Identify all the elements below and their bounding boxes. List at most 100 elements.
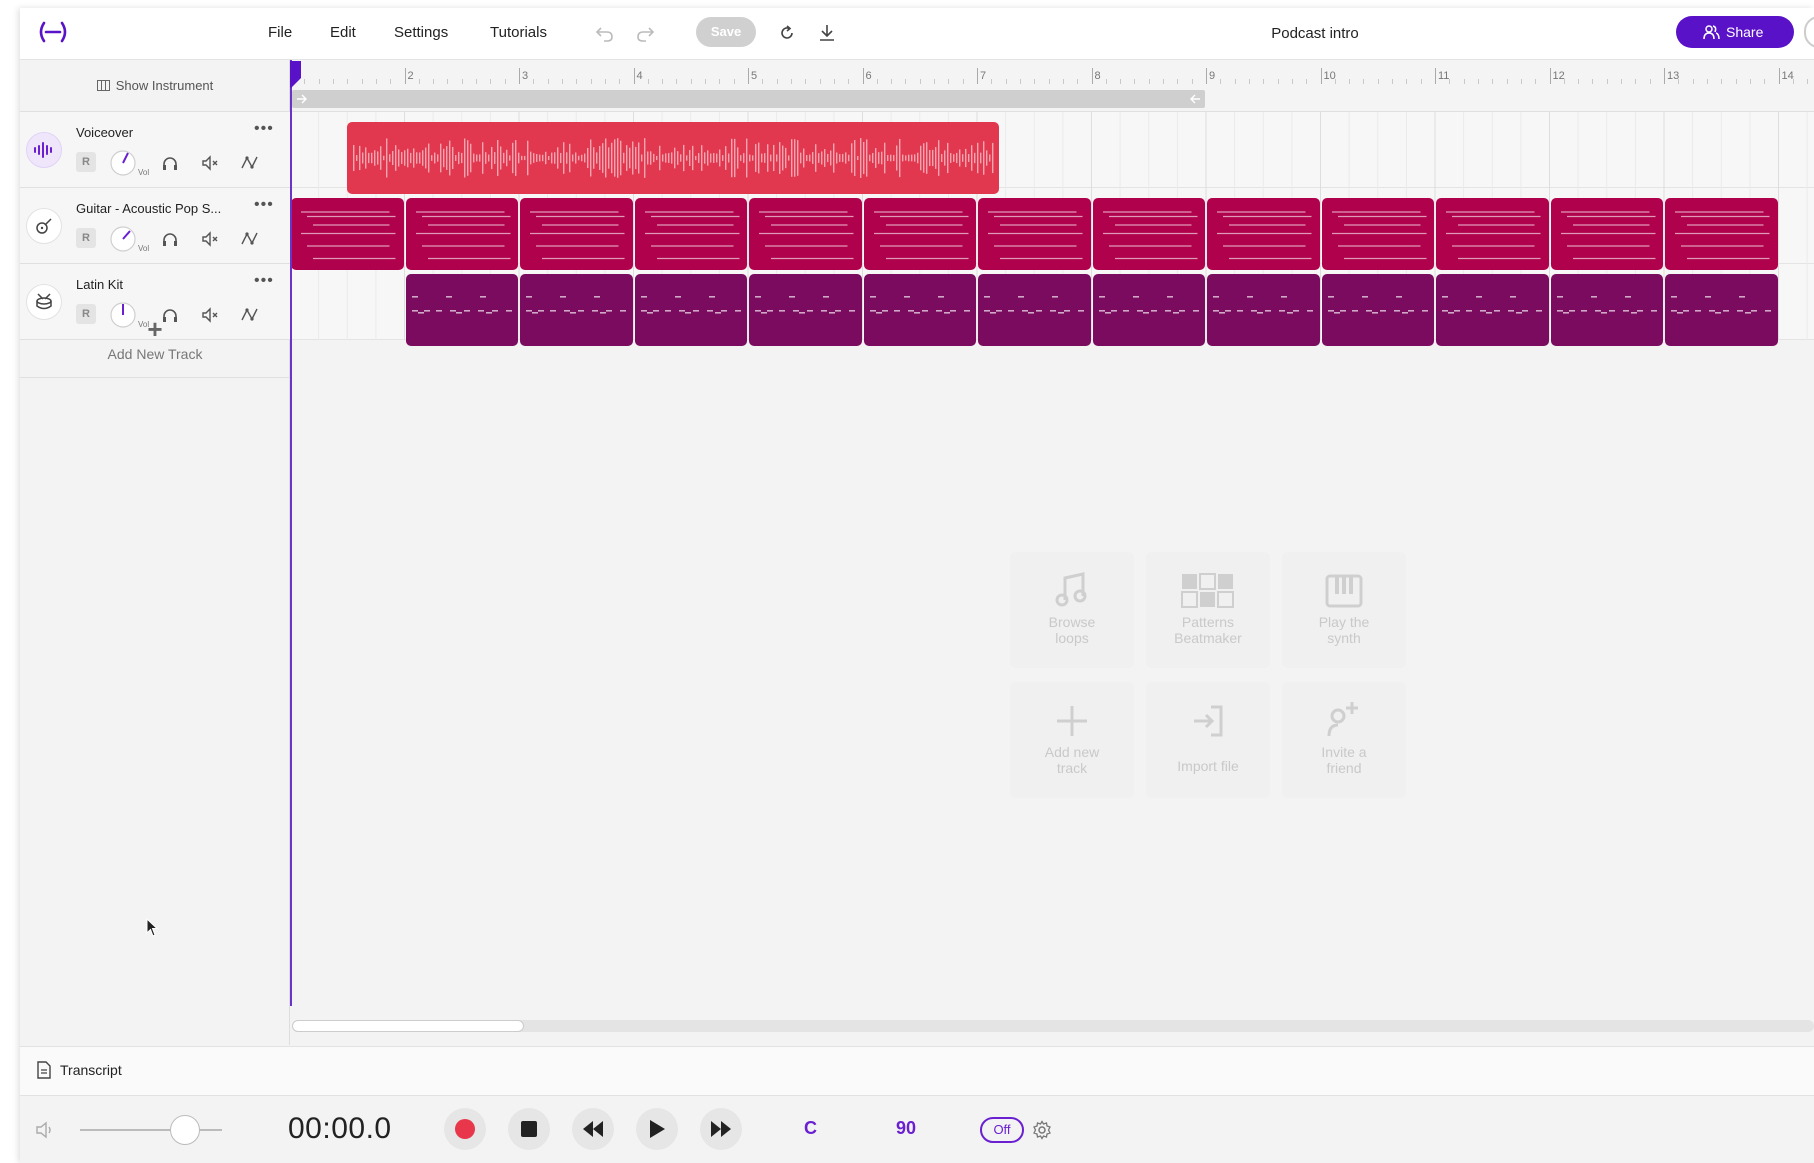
- beat-tick: [533, 79, 535, 84]
- headphones-icon[interactable]: [160, 229, 180, 249]
- voiceover-audio-clip[interactable]: [347, 122, 999, 194]
- record-button[interactable]: [444, 1108, 486, 1150]
- add-new-track-card[interactable]: Add new track: [1010, 682, 1134, 798]
- latin-kit-clip[interactable]: [1665, 274, 1778, 346]
- menu-edit[interactable]: Edit: [330, 24, 356, 41]
- volume-knob[interactable]: [110, 150, 136, 176]
- gear-icon[interactable]: [1032, 1120, 1052, 1140]
- track-name[interactable]: Guitar - Acoustic Pop S...: [76, 201, 236, 216]
- logo-icon[interactable]: [36, 20, 70, 44]
- waveform-bar: [773, 144, 775, 172]
- rewind-button[interactable]: [572, 1108, 614, 1150]
- play-synth-card[interactable]: Play the synth: [1282, 552, 1406, 668]
- redo-icon[interactable]: [634, 22, 656, 44]
- volume-knob[interactable]: [110, 226, 136, 252]
- latin-kit-clip[interactable]: [749, 274, 862, 346]
- loop-region[interactable]: [292, 90, 1205, 108]
- waveform-bar: [845, 152, 847, 164]
- automation-icon[interactable]: [240, 229, 260, 249]
- mute-icon[interactable]: [200, 229, 220, 249]
- transcript-button[interactable]: Transcript: [36, 1061, 122, 1079]
- guitar-midi-clip[interactable]: [291, 198, 404, 270]
- latin-kit-clip[interactable]: [863, 274, 976, 346]
- avatar[interactable]: [1804, 16, 1814, 48]
- waveform-bar: [368, 152, 370, 164]
- latin-kit-clip[interactable]: [1436, 274, 1549, 346]
- guitar-midi-clip[interactable]: [1550, 198, 1663, 270]
- stop-button[interactable]: [508, 1108, 550, 1150]
- undo-icon[interactable]: [594, 22, 616, 44]
- drum-hit: [1536, 310, 1542, 312]
- latin-kit-clip[interactable]: [634, 274, 747, 346]
- key-selector[interactable]: C: [804, 1118, 817, 1139]
- menu-settings[interactable]: Settings: [394, 24, 448, 41]
- loop-end-icon[interactable]: [1189, 94, 1201, 104]
- show-instrument-button[interactable]: Show Instrument: [20, 60, 290, 112]
- track-name[interactable]: Latin Kit: [76, 277, 236, 292]
- horizontal-scrollbar[interactable]: [292, 1020, 1814, 1032]
- waveform-bar: [881, 151, 883, 165]
- latin-kit-clip[interactable]: [1207, 274, 1320, 346]
- latin-kit-clip[interactable]: [1550, 274, 1663, 346]
- waveform-bar: [782, 145, 784, 171]
- latin-kit-clip[interactable]: [1321, 274, 1434, 346]
- waveform-bar: [692, 145, 694, 171]
- track-header-voiceover[interactable]: Voiceover ••• R Vol: [20, 112, 290, 188]
- guitar-midi-clip[interactable]: [520, 198, 633, 270]
- master-volume-slider[interactable]: [80, 1129, 222, 1131]
- share-button[interactable]: Share: [1676, 16, 1794, 48]
- guitar-midi-clip[interactable]: [1665, 198, 1778, 270]
- guitar-midi-clip[interactable]: [863, 198, 976, 270]
- import-file-card[interactable]: Import file: [1146, 682, 1270, 798]
- track-name[interactable]: Voiceover: [76, 125, 236, 140]
- menu-tutorials[interactable]: Tutorials: [490, 24, 547, 41]
- guitar-midi-clip[interactable]: [1436, 198, 1549, 270]
- loop-start-icon[interactable]: [296, 94, 308, 104]
- playhead-line[interactable]: [290, 60, 292, 1006]
- fast-forward-button[interactable]: [700, 1108, 742, 1150]
- refresh-icon[interactable]: [776, 22, 798, 44]
- playhead-handle-icon[interactable]: [290, 60, 302, 90]
- guitar-icon[interactable]: [26, 208, 62, 244]
- latin-kit-clip[interactable]: [978, 274, 1091, 346]
- guitar-midi-clip[interactable]: [1321, 198, 1434, 270]
- speaker-icon[interactable]: [34, 1120, 56, 1140]
- play-button[interactable]: [636, 1108, 678, 1150]
- more-options-icon[interactable]: •••: [254, 272, 274, 290]
- waveform-icon[interactable]: [26, 132, 62, 168]
- project-title[interactable]: Podcast intro: [1220, 25, 1410, 42]
- timeline-ruler[interactable]: 2 3 4 5 6 7 8 9 10 11 12 13 14: [290, 60, 1814, 112]
- record-arm-button[interactable]: R: [76, 152, 96, 172]
- add-new-track-button[interactable]: + Add New Track: [20, 302, 290, 378]
- record-arm-button[interactable]: R: [76, 228, 96, 248]
- waveform-bar: [635, 146, 637, 170]
- master-volume-thumb[interactable]: [170, 1115, 200, 1145]
- menu-file[interactable]: File: [268, 24, 292, 41]
- guitar-midi-clip[interactable]: [1207, 198, 1320, 270]
- guitar-midi-clip[interactable]: [978, 198, 1091, 270]
- latin-kit-clip[interactable]: [405, 274, 518, 346]
- patterns-beatmaker-card[interactable]: Patterns Beatmaker: [1146, 552, 1270, 668]
- invite-friend-card[interactable]: Invite a friend: [1282, 682, 1406, 798]
- headphones-icon[interactable]: [160, 153, 180, 173]
- guitar-midi-clip[interactable]: [405, 198, 518, 270]
- scrollbar-thumb[interactable]: [292, 1020, 524, 1032]
- beat-tick: [1177, 79, 1179, 84]
- metronome-toggle[interactable]: Off: [980, 1117, 1024, 1143]
- browse-loops-card[interactable]: Browse loops: [1010, 552, 1134, 668]
- download-icon[interactable]: [816, 22, 838, 44]
- automation-icon[interactable]: [240, 153, 260, 173]
- track-header-guitar[interactable]: Guitar - Acoustic Pop S... ••• R Vol: [20, 188, 290, 264]
- waveform-bar: [956, 152, 958, 164]
- guitar-midi-clip[interactable]: [749, 198, 862, 270]
- guitar-midi-clip[interactable]: [1092, 198, 1205, 270]
- latin-kit-clip[interactable]: [520, 274, 633, 346]
- more-options-icon[interactable]: •••: [254, 196, 274, 214]
- save-button[interactable]: Save: [696, 17, 756, 47]
- more-options-icon[interactable]: •••: [254, 120, 274, 138]
- guitar-midi-clip[interactable]: [634, 198, 747, 270]
- timeline[interactable]: 2 3 4 5 6 7 8 9 10 11 12 13 14 Browse lo…: [290, 60, 1814, 1045]
- mute-icon[interactable]: [200, 153, 220, 173]
- latin-kit-clip[interactable]: [1092, 274, 1205, 346]
- tempo-display[interactable]: 90: [896, 1118, 916, 1139]
